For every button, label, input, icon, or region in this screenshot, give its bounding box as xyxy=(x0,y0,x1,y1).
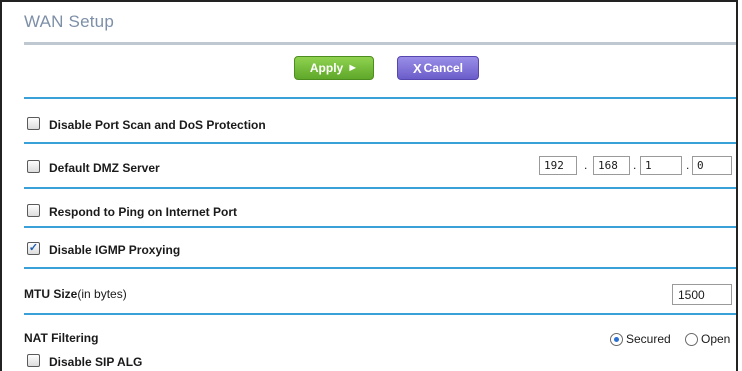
ip-separator: . xyxy=(584,158,588,172)
section-divider xyxy=(24,142,736,144)
igmp-checkbox[interactable]: ✓ xyxy=(27,242,40,255)
mtu-label: MTU Size(in bytes) xyxy=(24,287,127,301)
sip-alg-label: Disable SIP ALG xyxy=(49,355,143,369)
dmz-ip-octet-2[interactable]: 168 xyxy=(593,156,630,175)
page-title: WAN Setup xyxy=(24,12,114,31)
port-scan-label: Disable Port Scan and DoS Protection xyxy=(49,118,266,132)
section-divider xyxy=(24,313,736,315)
mtu-unit-text: (in bytes) xyxy=(77,287,127,301)
apply-button[interactable]: Apply ► xyxy=(294,56,374,80)
ip-separator: . xyxy=(633,158,637,172)
sip-alg-checkbox[interactable] xyxy=(27,354,40,367)
section-divider xyxy=(24,97,736,99)
nat-open-label: Open xyxy=(701,332,731,346)
wan-setup-panel: WAN Setup Apply ► X Cancel Disable Port … xyxy=(0,0,738,371)
port-scan-checkbox[interactable] xyxy=(27,117,40,130)
section-divider xyxy=(24,226,736,228)
close-icon: X xyxy=(412,60,422,76)
section-divider xyxy=(24,267,736,269)
igmp-label: Disable IGMP Proxying xyxy=(49,243,181,257)
section-divider xyxy=(24,187,736,189)
ip-separator: . xyxy=(686,158,690,172)
nat-secured-radio[interactable] xyxy=(610,333,623,346)
radio-selected-dot xyxy=(614,337,619,342)
play-arrow-icon: ► xyxy=(347,62,359,74)
mtu-label-text: MTU Size xyxy=(24,287,78,301)
nat-secured-label: Secured xyxy=(626,332,671,346)
check-icon: ✓ xyxy=(28,242,39,254)
nat-open-radio[interactable] xyxy=(685,333,698,346)
ping-checkbox[interactable] xyxy=(27,204,40,217)
mtu-size-input[interactable]: 1500 xyxy=(672,284,732,305)
cancel-button-label: Cancel xyxy=(423,61,464,75)
dmz-ip-octet-4[interactable]: 0 xyxy=(692,156,732,175)
nat-filtering-label: NAT Filtering xyxy=(24,331,99,345)
dmz-checkbox[interactable] xyxy=(27,160,40,173)
ping-label: Respond to Ping on Internet Port xyxy=(49,205,237,219)
dmz-ip-octet-3[interactable]: 1 xyxy=(640,156,682,175)
apply-button-label: Apply xyxy=(309,61,344,75)
dmz-ip-octet-1[interactable]: 192 xyxy=(539,156,577,175)
title-divider xyxy=(24,42,736,45)
cancel-button[interactable]: X Cancel xyxy=(397,56,479,80)
dmz-label: Default DMZ Server xyxy=(49,161,160,175)
